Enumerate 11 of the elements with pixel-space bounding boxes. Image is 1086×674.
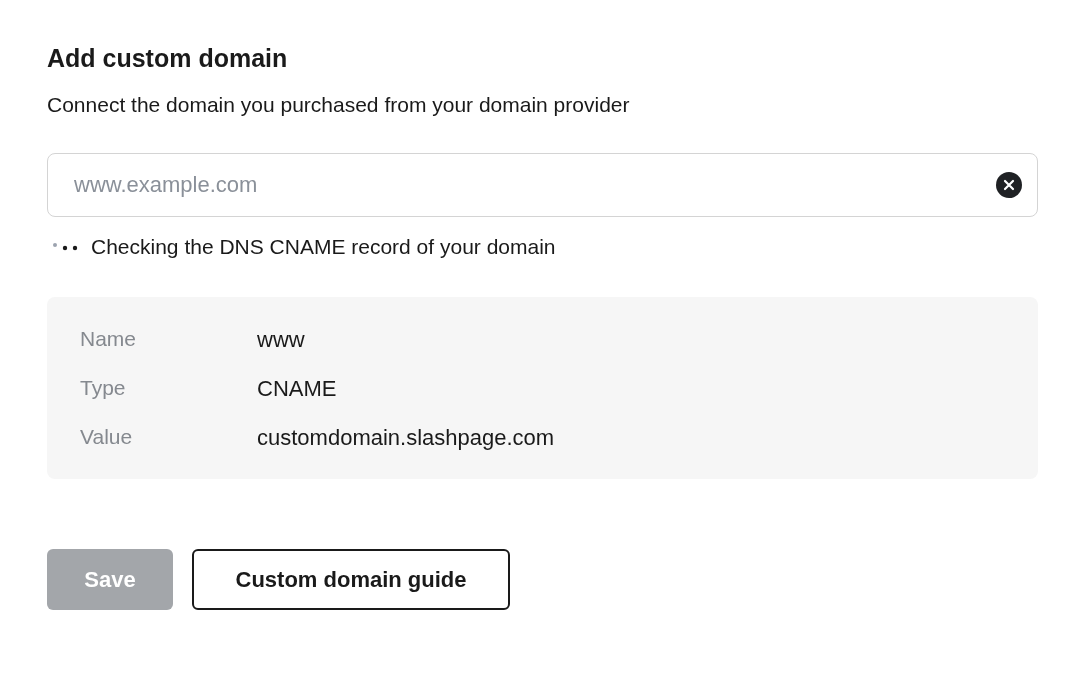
guide-button[interactable]: Custom domain guide	[192, 549, 510, 610]
record-value: CNAME	[257, 374, 337, 403]
record-value: www	[257, 325, 305, 354]
record-value: customdomain.slashpage.com	[257, 423, 555, 452]
record-label: Value	[80, 424, 134, 451]
record-label: Name	[80, 326, 138, 353]
domain-input-field[interactable]: www.example.com	[47, 153, 1038, 217]
dialog-subtitle: Connect the domain you purchased from your domain provider	[47, 92, 631, 118]
status-message: Checking the DNS CNAME record of your domain	[91, 234, 556, 260]
dialog-title: Add custom domain	[47, 43, 289, 74]
record-label: Type	[80, 375, 127, 402]
